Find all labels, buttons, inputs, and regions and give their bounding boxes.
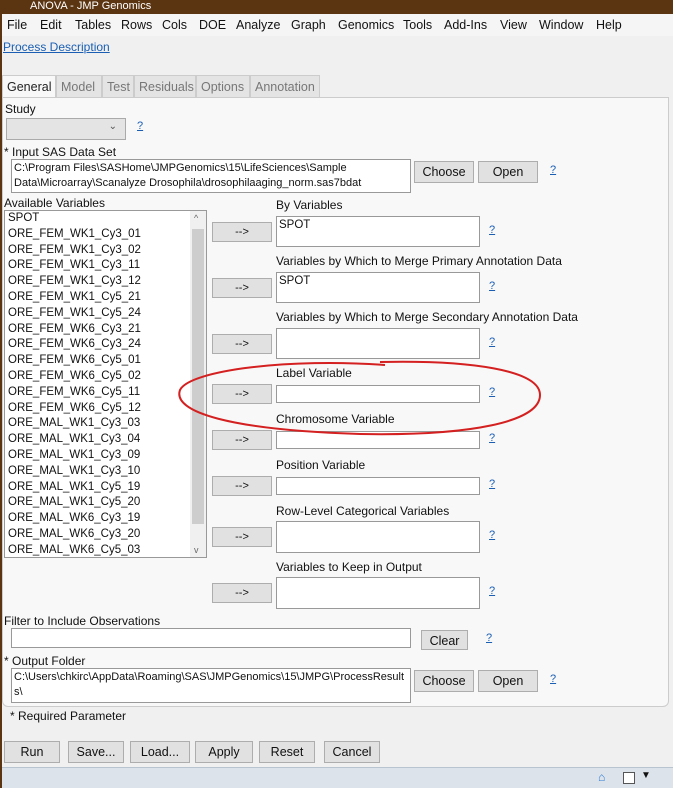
add-variables-by-which-to-merge-primary-annotation-databutton[interactable]: -->	[212, 277, 272, 298]
menu-analyze[interactable]: Analyze	[236, 18, 280, 32]
menu-graph[interactable]: Graph	[291, 18, 326, 32]
dropdown-arrow-icon[interactable]: ▼	[641, 770, 651, 781]
output-open-button[interactable]: Open	[478, 670, 538, 692]
variables-by-which-to-merge-secondary-annotation-datahelp-link[interactable]: ?	[489, 336, 495, 348]
input-choose-button[interactable]: Choose	[414, 161, 474, 183]
menu-tables[interactable]: Tables	[75, 18, 111, 32]
output-choose-button[interactable]: Choose	[414, 670, 474, 692]
study-dropdown[interactable]: ⌄	[6, 118, 126, 140]
menu-rows[interactable]: Rows	[121, 18, 152, 32]
scroll-down-icon[interactable]: v	[194, 545, 199, 555]
output-help-link[interactable]: ?	[550, 673, 556, 685]
scroll-up-icon[interactable]: ^	[194, 213, 198, 223]
menu-addins[interactable]: Add-Ins	[444, 18, 487, 32]
row-level-categorical-variableshelp-link[interactable]: ?	[489, 529, 495, 541]
menu-help[interactable]: Help	[596, 18, 622, 32]
tab-model[interactable]: Model	[56, 75, 102, 97]
checkbox-icon[interactable]	[623, 772, 635, 784]
input-dataset-field[interactable]: C:\Program Files\SASHome\JMPGenomics\15\…	[11, 159, 411, 193]
variables-to-keep-in-outputfield[interactable]	[276, 577, 480, 609]
variables-by-which-to-merge-primary-annotation-datalabel: Variables by Which to Merge Primary Anno…	[276, 254, 562, 268]
row-level-categorical-variableslabel: Row-Level Categorical Variables	[276, 504, 450, 518]
status-bar: ⌂ ▼	[2, 767, 673, 788]
input-label: * Input SAS Data Set	[4, 145, 117, 159]
menu-doe[interactable]: DOE	[199, 18, 226, 32]
available-variables-label: Available Variables	[4, 196, 105, 210]
tab-general[interactable]: General	[2, 75, 56, 98]
menu-cols[interactable]: Cols	[162, 18, 187, 32]
add-by-variablesbutton[interactable]: -->	[212, 221, 272, 242]
variables-by-which-to-merge-primary-annotation-datafield[interactable]: SPOT	[276, 272, 480, 303]
title-bar: ANOVA - JMP Genomics	[0, 0, 673, 14]
menu-tools[interactable]: Tools	[403, 18, 432, 32]
input-open-button[interactable]: Open	[478, 161, 538, 183]
row-level-categorical-variablesfield[interactable]	[276, 521, 480, 553]
list-item[interactable]: ORE_MAL_WK1_Cy3_09	[5, 448, 206, 464]
list-item[interactable]: ORE_MAL_WK1_Cy5_19	[5, 480, 206, 496]
tab-options[interactable]: Options	[196, 75, 250, 97]
process-description-link[interactable]: Process Description	[3, 40, 110, 54]
run-button[interactable]: Run	[4, 741, 60, 763]
input-help-link[interactable]: ?	[550, 164, 556, 176]
list-item[interactable]: ORE_FEM_WK6_Cy3_21	[5, 322, 206, 338]
reset-button[interactable]: Reset	[259, 741, 315, 763]
list-item[interactable]: ORE_MAL_WK6_Cy5_03	[5, 543, 206, 557]
study-label: Study	[5, 102, 36, 116]
load-button[interactable]: Load...	[130, 741, 190, 763]
apply-button[interactable]: Apply	[195, 741, 253, 763]
output-folder-field[interactable]: C:\Users\chkirc\AppData\Roaming\SAS\JMPG…	[11, 668, 411, 703]
required-note: * Required Parameter	[10, 709, 127, 723]
list-item[interactable]: ORE_MAL_WK6_Cy3_20	[5, 527, 206, 543]
menu-window[interactable]: Window	[539, 18, 583, 32]
filter-help-link[interactable]: ?	[486, 632, 492, 644]
filter-label: Filter to Include Observations	[4, 614, 161, 628]
study-help-link[interactable]: ?	[137, 120, 143, 132]
list-item[interactable]: ORE_FEM_WK1_Cy5_24	[5, 306, 206, 322]
output-folder-label: * Output Folder	[4, 654, 86, 668]
home-icon[interactable]: ⌂	[598, 770, 605, 784]
menu-view[interactable]: View	[500, 18, 527, 32]
position-variablefield[interactable]	[276, 477, 480, 495]
variables-by-which-to-merge-primary-annotation-datahelp-link[interactable]: ?	[489, 280, 495, 292]
save-button[interactable]: Save...	[68, 741, 124, 763]
list-item[interactable]: ORE_FEM_WK1_Cy3_12	[5, 274, 206, 290]
cancel-button[interactable]: Cancel	[324, 741, 380, 763]
red-annotation-ellipse	[178, 360, 542, 436]
menu-edit[interactable]: Edit	[40, 18, 62, 32]
variables-to-keep-in-outputlabel: Variables to Keep in Output	[276, 560, 422, 574]
filter-field[interactable]	[11, 628, 411, 648]
variables-by-which-to-merge-secondary-annotation-datalabel: Variables by Which to Merge Secondary An…	[276, 310, 578, 324]
list-item[interactable]: ORE_FEM_WK1_Cy3_01	[5, 227, 206, 243]
tab-annotation[interactable]: Annotation	[250, 75, 320, 97]
position-variablehelp-link[interactable]: ?	[489, 478, 495, 490]
list-item[interactable]: SPOT	[5, 211, 206, 227]
by-variableshelp-link[interactable]: ?	[489, 224, 495, 236]
by-variablesfield[interactable]: SPOT	[276, 216, 480, 247]
list-item[interactable]: ORE_MAL_WK1_Cy3_10	[5, 464, 206, 480]
by-variableslabel: By Variables	[276, 198, 343, 212]
filter-clear-button[interactable]: Clear	[421, 630, 468, 650]
list-item[interactable]: ORE_FEM_WK1_Cy3_02	[5, 243, 206, 259]
variables-to-keep-in-outputhelp-link[interactable]: ?	[489, 585, 495, 597]
list-item[interactable]: ORE_FEM_WK1_Cy3_11	[5, 258, 206, 274]
add-position-variablebutton[interactable]: -->	[212, 476, 272, 496]
window-title: ANOVA - JMP Genomics	[30, 0, 152, 12]
tab-residuals[interactable]: Residuals	[134, 75, 196, 97]
menu-genomics[interactable]: Genomics	[338, 18, 394, 32]
position-variablelabel: Position Variable	[276, 458, 366, 472]
list-item[interactable]: ORE_FEM_WK1_Cy5_21	[5, 290, 206, 306]
chevron-down-icon: ⌄	[108, 121, 117, 132]
add-row-level-categorical-variablesbutton[interactable]: -->	[212, 527, 272, 547]
add-variables-to-keep-in-outputbutton[interactable]: -->	[212, 583, 272, 603]
list-item[interactable]: ORE_MAL_WK6_Cy3_19	[5, 511, 206, 527]
tab-test[interactable]: Test	[102, 75, 134, 97]
list-item[interactable]: ORE_MAL_WK1_Cy5_20	[5, 495, 206, 511]
menu-file[interactable]: File	[7, 18, 27, 32]
